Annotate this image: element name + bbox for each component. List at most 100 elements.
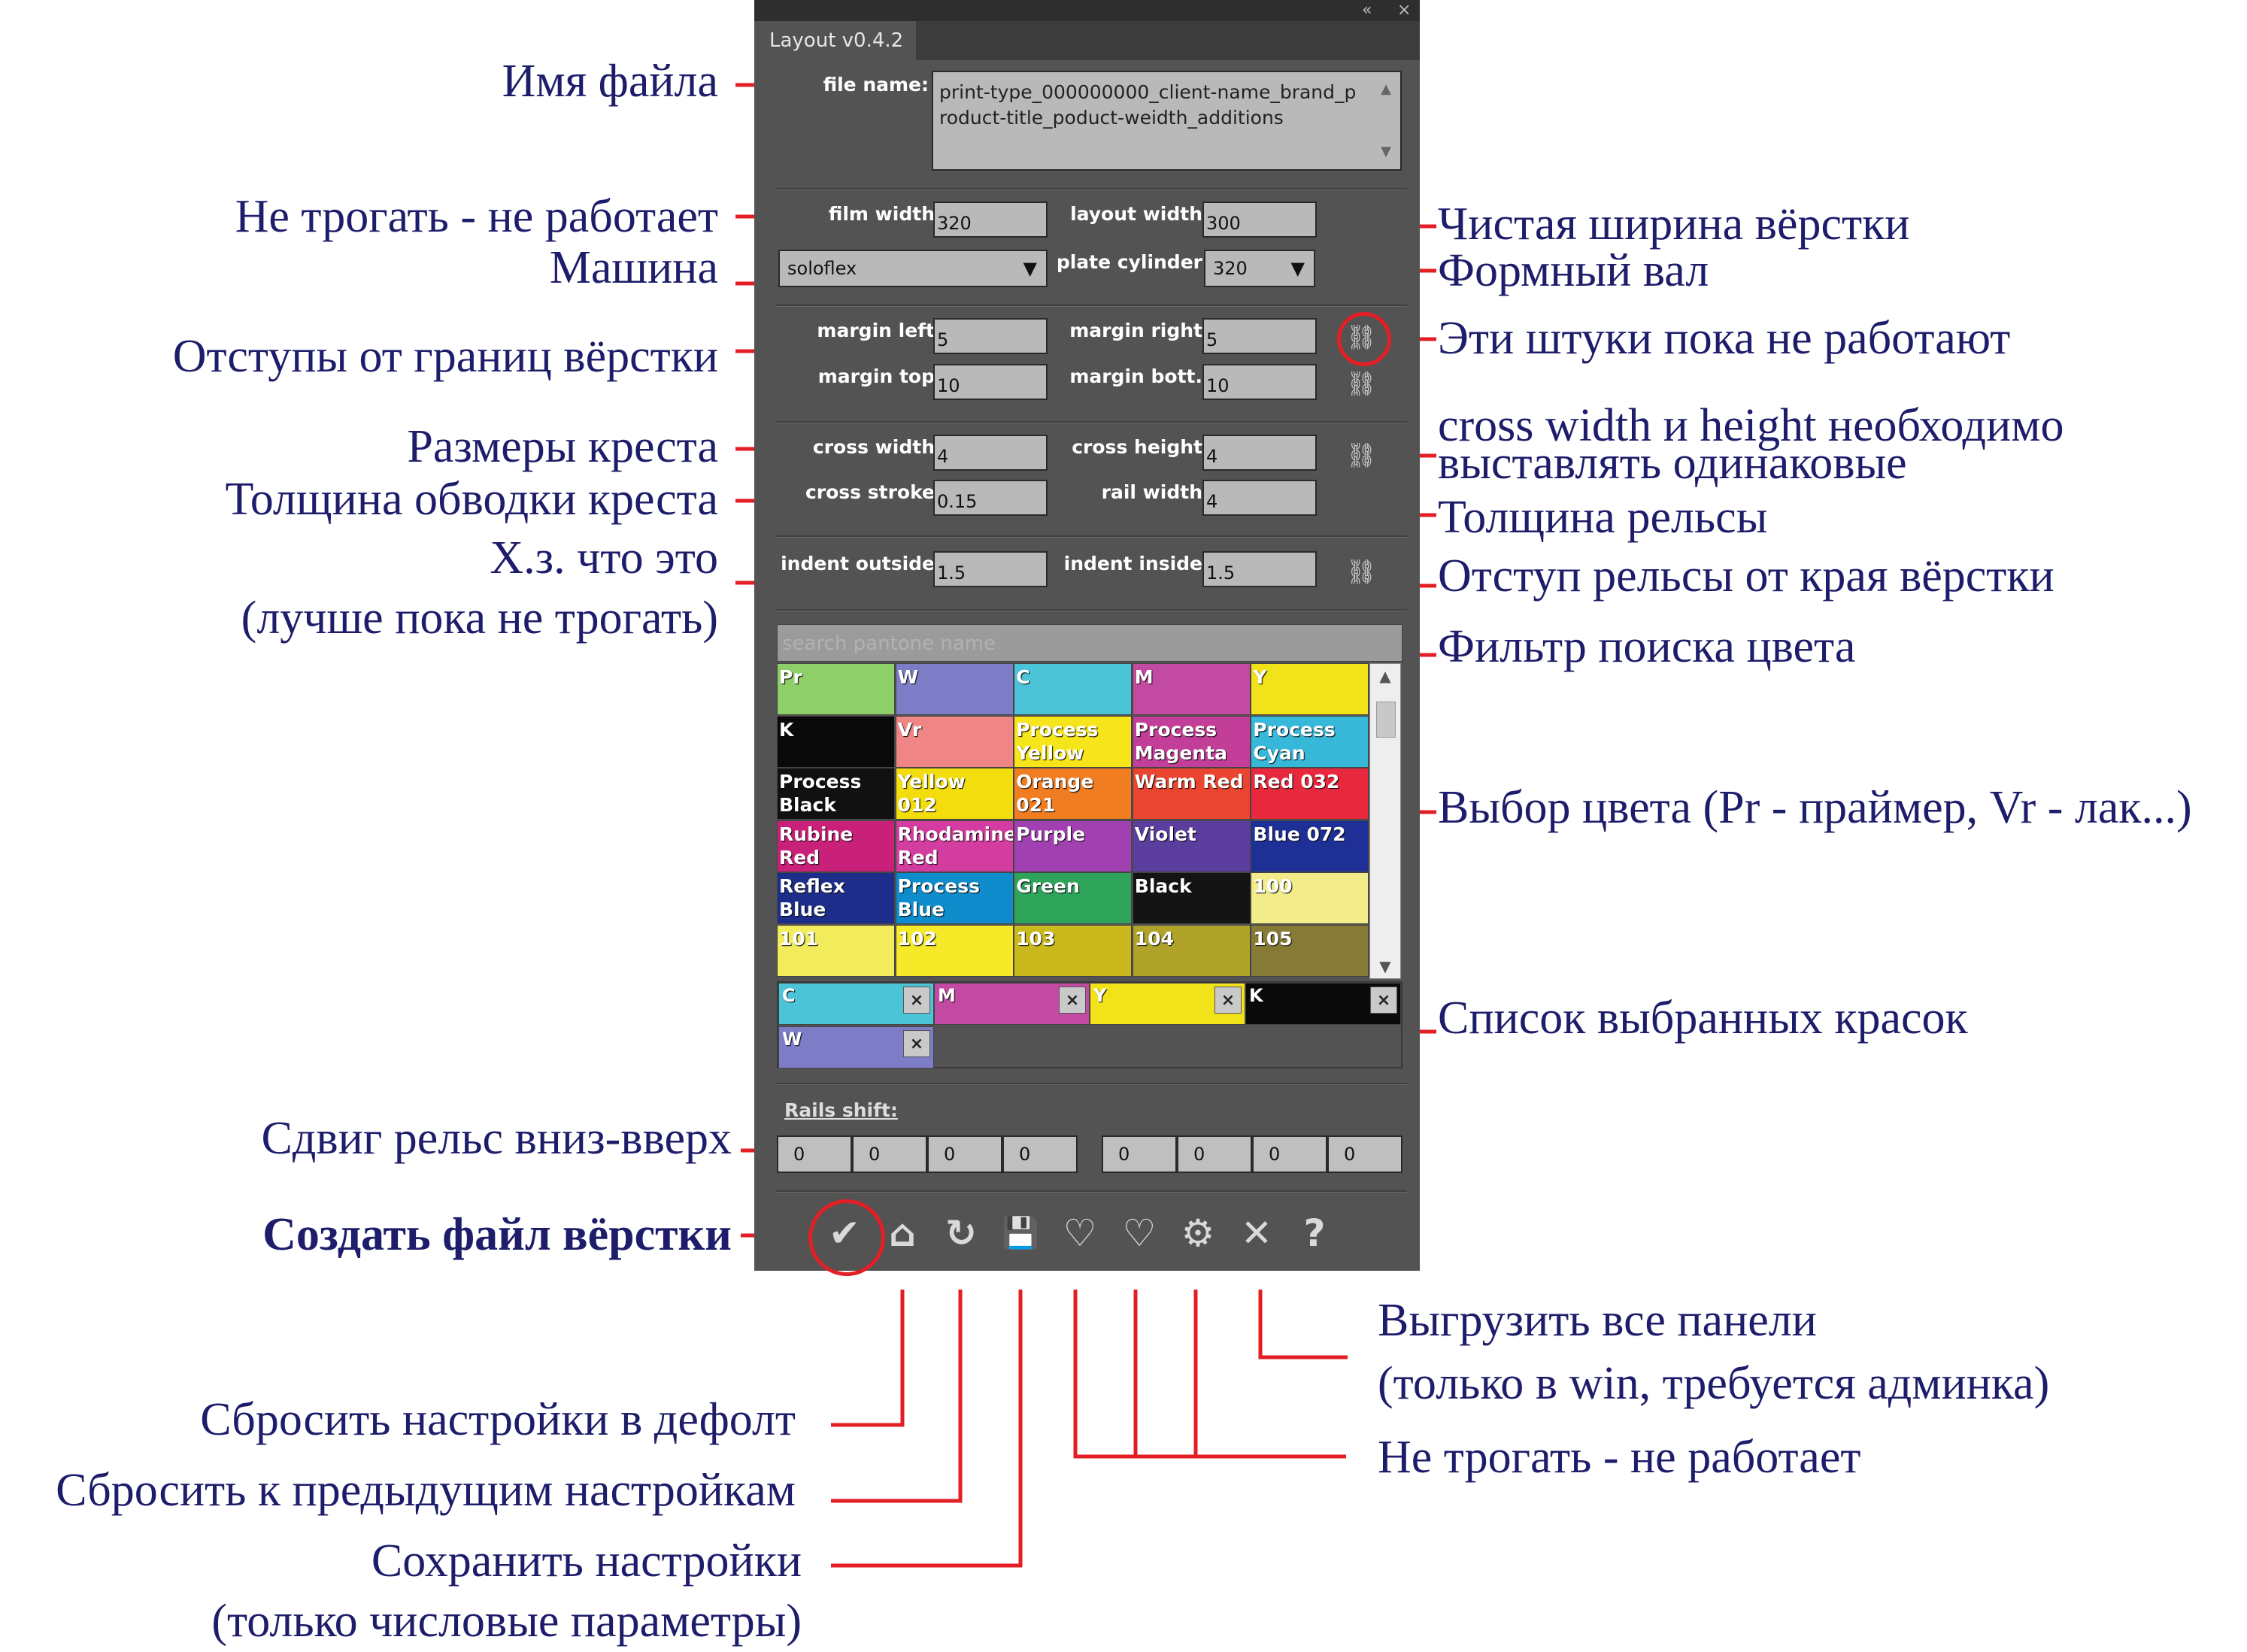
favorite-add-icon[interactable]: ♡ (1057, 1211, 1102, 1256)
remove-ink-icon[interactable]: × (1059, 987, 1086, 1014)
indent-outside-label: indent outside (781, 553, 935, 574)
cross-stroke-input[interactable]: 0.15 (933, 480, 1048, 516)
swatch-cell[interactable]: Yellow 012 (895, 768, 1014, 820)
swatch-cell[interactable]: W (895, 663, 1014, 715)
rails-shift-input-4[interactable]: 0 (1002, 1135, 1078, 1173)
annotation-reset-prev: Сбросить к предыдущим настройкам (56, 1465, 796, 1516)
swatch-cell[interactable]: Blue 072 (1251, 820, 1369, 872)
swatch-cell[interactable]: 102 (895, 924, 1014, 977)
textarea-scroll-down-icon[interactable]: ▼ (1381, 139, 1391, 165)
annotation-unload-2: (только в win, требуется админка) (1378, 1358, 2050, 1409)
swatch-cell[interactable]: 103 (1014, 924, 1133, 977)
film-width-input[interactable]: 320 (933, 202, 1048, 238)
margin-right-input[interactable]: 5 (1202, 318, 1317, 354)
divider (775, 421, 1407, 423)
margin-top-input[interactable]: 10 (933, 364, 1048, 400)
rails-shift-input-6[interactable]: 0 (1177, 1135, 1252, 1173)
unload-icon[interactable]: ✕ (1234, 1211, 1279, 1256)
annotation-search: Фильтр поиска цвета (1438, 621, 1856, 672)
swatch-cell[interactable]: Purple (1014, 820, 1133, 872)
swatch-cell[interactable]: Violet (1132, 820, 1251, 872)
cross-width-input[interactable]: 4 (933, 435, 1048, 471)
swatch-cell[interactable]: Process Magenta (1132, 715, 1251, 768)
textarea-scroll-up-icon[interactable]: ▲ (1381, 77, 1391, 102)
gear-icon[interactable]: ⚙ (1175, 1211, 1221, 1256)
swatch-cell[interactable]: 100 (1251, 872, 1369, 924)
cross-height-input[interactable]: 4 (1202, 435, 1317, 471)
annotation-save-2: (только числовые параметры) (211, 1596, 802, 1647)
rails-shift-input-8[interactable]: 0 (1327, 1135, 1402, 1173)
swatch-cell[interactable]: Warm Red (1132, 768, 1251, 820)
swatch-cell[interactable]: K (777, 715, 895, 768)
rail-width-input[interactable]: 4 (1202, 480, 1317, 516)
scroll-up-icon[interactable]: ▲ (1370, 667, 1400, 685)
margin-bott-label: margin bott. (1069, 365, 1202, 387)
remove-ink-icon[interactable]: × (1214, 987, 1242, 1014)
margin-bott-input[interactable]: 10 (1202, 364, 1317, 400)
layout-width-input[interactable]: 300 (1202, 202, 1317, 238)
swatch-cell[interactable]: Process Black (777, 768, 895, 820)
swatch-cell[interactable]: Orange 021 (1014, 768, 1133, 820)
swatch-cell[interactable]: C (1014, 663, 1133, 715)
plate-cylinder-select[interactable]: 320 ▼ (1204, 250, 1315, 287)
annotation-cross-size: Размеры креста (407, 421, 718, 472)
collapse-icon[interactable]: « (1362, 0, 1372, 21)
rails-shift-input-3[interactable]: 0 (927, 1135, 1002, 1173)
swatch-cell[interactable]: Black (1132, 872, 1251, 924)
swatch-cell[interactable]: Rubine Red (777, 820, 895, 872)
tab-layout[interactable]: Layout v0.4.2 (754, 21, 916, 60)
swatch-cell[interactable]: Rhodamine Red (895, 820, 1014, 872)
rails-shift-input-5[interactable]: 0 (1102, 1135, 1177, 1173)
pantone-search-input[interactable]: search pantone name (777, 624, 1402, 662)
rails-shift-input-1[interactable]: 0 (777, 1135, 852, 1173)
close-icon[interactable]: × (1397, 0, 1411, 21)
margin-left-input[interactable]: 5 (933, 318, 1048, 354)
favorite-icon[interactable]: ♡ (1117, 1211, 1162, 1256)
swatch-cell[interactable]: Y (1251, 663, 1369, 715)
link-cross-icon[interactable]: ⛓ (1344, 438, 1378, 472)
scroll-down-icon[interactable]: ▼ (1370, 957, 1400, 975)
swatch-cell[interactable]: 101 (777, 924, 895, 977)
link-margins-tb-icon[interactable]: ⛓ (1344, 366, 1378, 401)
plate-cylinder-value: 320 (1213, 258, 1248, 279)
swatch-cell[interactable]: Reflex Blue (777, 872, 895, 924)
machine-select[interactable]: soloflex ▼ (778, 250, 1048, 287)
swatch-cell[interactable]: Green (1014, 872, 1133, 924)
rails-shift-input-7[interactable]: 0 (1252, 1135, 1327, 1173)
swatch-cell[interactable]: 104 (1132, 924, 1251, 977)
remove-ink-icon[interactable]: × (1370, 987, 1397, 1014)
indent-outside-input[interactable]: 1.5 (933, 551, 1048, 587)
annotation-indent-inside: Отступ рельсы от края вёрстки (1438, 550, 2054, 602)
swatch-cell[interactable]: Vr (895, 715, 1014, 768)
home-icon[interactable]: ⌂ (880, 1211, 925, 1256)
link-indent-icon[interactable]: ⛓ (1344, 554, 1378, 589)
remove-ink-icon[interactable]: × (903, 987, 930, 1014)
swatch-cell[interactable]: Process Blue (895, 872, 1014, 924)
annotation-rail-width: Толщина рельсы (1438, 492, 1768, 543)
scroll-thumb[interactable] (1376, 702, 1396, 738)
swatch-cell[interactable]: Process Yellow (1014, 715, 1133, 768)
swatch-scrollbar[interactable]: ▲ ▼ (1369, 663, 1401, 979)
swatch-cell[interactable]: M (1132, 663, 1251, 715)
swatch-cell[interactable]: 105 (1251, 924, 1369, 977)
chosen-ink-chip: C × (778, 983, 934, 1025)
annotation-link-icons: Эти штуки пока не работают (1438, 313, 2011, 364)
help-icon[interactable]: ? (1292, 1211, 1337, 1256)
reset-icon[interactable]: ↻ (939, 1211, 984, 1256)
save-icon[interactable]: 💾 (998, 1211, 1043, 1256)
remove-ink-icon[interactable]: × (903, 1030, 930, 1057)
tab-row: Layout v0.4.2 (754, 21, 1420, 60)
annotation-rails-shift: Сдвиг рельс вниз-вверх (261, 1113, 732, 1164)
file-name-field[interactable]: print-type_000000000_client-name_brand_p… (932, 71, 1402, 171)
swatch-cell[interactable]: Pr (777, 663, 895, 715)
indent-inside-input[interactable]: 1.5 (1202, 551, 1317, 587)
annotation-cross-stroke: Толщина обводки креста (225, 474, 718, 525)
annotation-file-name: Имя файла (502, 56, 718, 107)
margin-left-label: margin left (817, 320, 935, 341)
chosen-ink-chip: W × (778, 1026, 934, 1068)
rails-shift-input-2[interactable]: 0 (852, 1135, 927, 1173)
swatch-cell[interactable]: Process Cyan (1251, 715, 1369, 768)
highlight-ring-create (808, 1199, 885, 1276)
swatch-cell[interactable]: Red 032 (1251, 768, 1369, 820)
swatch-grid: Pr W C M Y K Vr Process Yellow Process Magenta Pr… (777, 663, 1369, 979)
